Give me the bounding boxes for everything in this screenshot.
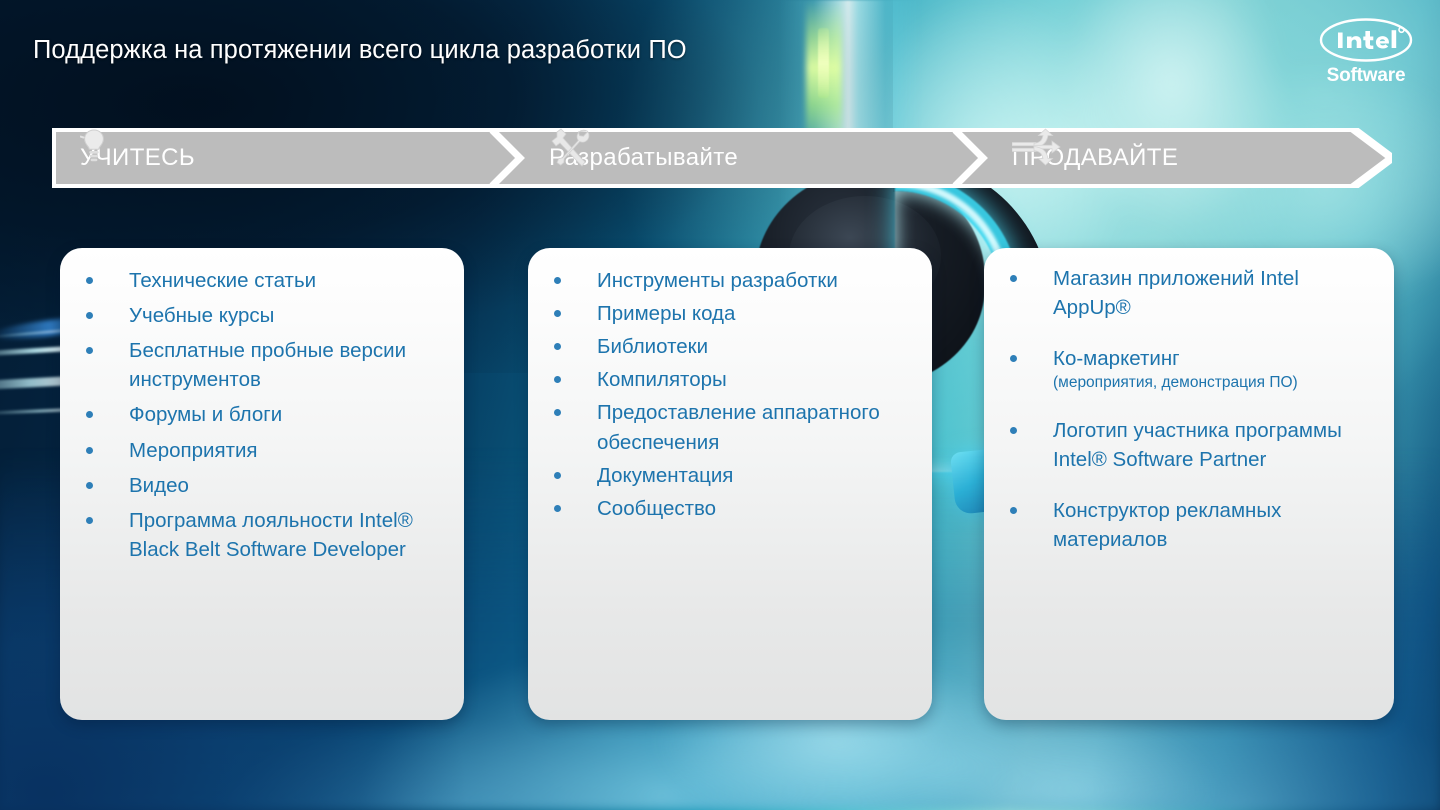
bullet-dot bbox=[86, 516, 93, 524]
lifecycle-banner: УЧИТЕСЬ Разрабатывайте ПРОДАВАЙТЕ bbox=[52, 128, 1392, 188]
list-item: Магазин приложений Intel AppUp® bbox=[1000, 264, 1378, 322]
list-item-text: Видео bbox=[129, 473, 189, 497]
list-item-text: Примеры кода bbox=[597, 302, 736, 326]
list-item-text: Мероприятия bbox=[129, 438, 258, 462]
bullet-dot bbox=[554, 277, 561, 284]
slide-canvas: Поддержка на протяжении всего цикла разр… bbox=[0, 0, 1440, 810]
learn-card: Технические статьи Учебные курсы Бесплат… bbox=[60, 248, 464, 720]
list-item-text: Инструменты разработки bbox=[597, 269, 838, 292]
list-item-text: Бесплатные пробные версии инструментов bbox=[129, 339, 407, 392]
list-item-text: Компиляторы bbox=[597, 368, 727, 392]
list-item-note: (мероприятия, демонстрация ПО) bbox=[1053, 374, 1298, 392]
list-item-text: Сообщество bbox=[597, 496, 717, 520]
list-item: Ко-маркетинг (мероприятия, демонстрация … bbox=[1000, 344, 1378, 394]
bullet-dot bbox=[554, 409, 561, 417]
list-item-text: Учебные курсы bbox=[129, 304, 275, 328]
page-title: Поддержка на протяжении всего цикла разр… bbox=[33, 36, 687, 64]
list-item: Мероприятия bbox=[76, 436, 448, 465]
list-item-text: Ко-маркетинг (мероприятия, демонстрация … bbox=[1053, 344, 1378, 394]
sell-bullet-list: Магазин приложений Intel AppUp® Ко-марке… bbox=[984, 248, 1394, 554]
bullet-dot bbox=[86, 277, 93, 284]
bullet-dot bbox=[86, 312, 93, 320]
bullet-dot bbox=[86, 446, 93, 454]
intel-software-logo: Software bbox=[1310, 16, 1422, 87]
bullet-dot bbox=[86, 347, 93, 355]
sell-card: Магазин приложений Intel AppUp® Ко-марке… bbox=[984, 248, 1394, 720]
list-item-text: Программа лояльности Intel® Black Belt S… bbox=[129, 508, 413, 561]
bullet-dot bbox=[1010, 275, 1017, 282]
bullet-dot bbox=[86, 411, 93, 419]
bullet-dot bbox=[1010, 426, 1017, 434]
list-item-text: Технические статьи bbox=[129, 269, 317, 292]
list-item: Инструменты разработки bbox=[544, 266, 916, 295]
list-item: Программа лояльности Intel® Black Belt S… bbox=[76, 506, 448, 564]
bullet-dot bbox=[554, 343, 561, 351]
list-item-text: Форумы и блоги bbox=[129, 403, 283, 427]
logo-subtitle: Software bbox=[1326, 65, 1406, 86]
green-light-core bbox=[818, 28, 829, 98]
bullet-dot bbox=[554, 504, 561, 512]
list-item-text: Магазин приложений Intel AppUp® bbox=[1053, 264, 1378, 322]
develop-bullet-list: Инструменты разработки Примеры кода Библ… bbox=[528, 248, 932, 523]
bullet-dot bbox=[1010, 355, 1017, 363]
list-item: Технические статьи bbox=[76, 266, 448, 295]
list-item: Бесплатные пробные версии инструментов bbox=[76, 336, 448, 394]
list-item-text: Документация bbox=[597, 463, 734, 487]
list-item: Конструктор рекламных материалов bbox=[1000, 496, 1378, 554]
list-item: Видео bbox=[76, 471, 448, 500]
list-item: Учебные курсы bbox=[76, 301, 448, 330]
intel-logo-mark bbox=[1310, 16, 1422, 64]
list-item: Сообщество bbox=[544, 494, 916, 523]
bullet-dot bbox=[86, 481, 93, 489]
list-item: Логотип участника программы Intel® Softw… bbox=[1000, 416, 1378, 474]
learn-bullet-list: Технические статьи Учебные курсы Бесплат… bbox=[60, 248, 464, 564]
list-item: Предоставление аппаратного обеспечения bbox=[544, 398, 916, 456]
list-item: Документация bbox=[544, 461, 916, 490]
list-item-main: Ко-маркетинг bbox=[1053, 347, 1180, 371]
list-item-main: Магазин приложений Intel AppUp® bbox=[1053, 267, 1299, 320]
bullet-dot bbox=[554, 376, 561, 384]
list-item: Компиляторы bbox=[544, 365, 916, 394]
list-item-text: Логотип участника программы Intel® Softw… bbox=[1053, 416, 1378, 474]
bullet-dot bbox=[1010, 507, 1017, 514]
list-item-text: Конструктор рекламных материалов bbox=[1053, 496, 1378, 554]
list-item-main: Логотип участника программы Intel® Softw… bbox=[1053, 418, 1342, 471]
develop-card: Инструменты разработки Примеры кода Библ… bbox=[528, 248, 932, 720]
bullet-dot bbox=[554, 310, 561, 318]
list-item: Примеры кода bbox=[544, 299, 916, 328]
bullet-dot bbox=[554, 471, 561, 479]
list-item-text: Библиотеки bbox=[597, 335, 709, 359]
list-item: Библиотеки bbox=[544, 332, 916, 361]
list-item-text: Предоставление аппаратного обеспечения bbox=[597, 401, 880, 454]
list-item: Форумы и блоги bbox=[76, 400, 448, 429]
list-item-main: Конструктор рекламных материалов bbox=[1053, 499, 1282, 552]
